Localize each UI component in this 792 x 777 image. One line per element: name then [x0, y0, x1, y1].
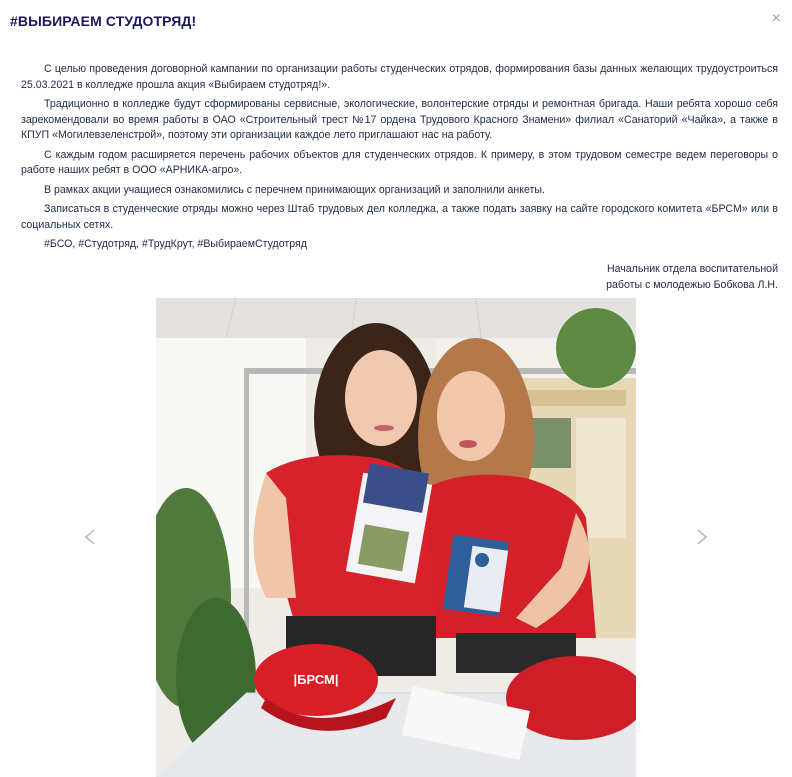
article-signature: Начальник отдела воспитательной работы с…: [518, 262, 778, 293]
article-paragraph-5: Записаться в студенческие отряды можно ч…: [21, 203, 778, 231]
article-paragraph-4: В рамках акции учащиеся ознакомились с п…: [44, 183, 545, 196]
gallery-prev-button[interactable]: [82, 527, 98, 547]
article-paragraph-3: С каждым годом расширяется перечень рабо…: [21, 148, 778, 177]
gallery-photo[interactable]: |БРСМ|: [156, 298, 636, 777]
students-photo-illustration: |БРСМ|: [156, 298, 636, 777]
chevron-left-icon: [84, 529, 95, 545]
article-paragraph-1: С целью проведения договорной кампании п…: [21, 63, 778, 91]
article-body: С целью проведения договорной кампании п…: [21, 62, 778, 257]
gallery-next-button[interactable]: [694, 527, 710, 547]
article-paragraph-2: Традиционно в колледже будут сформирован…: [21, 98, 778, 141]
chevron-right-icon: [697, 529, 708, 545]
article-hashtags: #БСО, #Студотряд, #ТрудКрут, #ВыбираемСт…: [44, 238, 307, 250]
cap-logo-text: |БРСМ|: [293, 672, 338, 687]
signature-line-1: Начальник отдела воспитательной: [606, 263, 778, 275]
signature-line-2: работы с молодежью Бобкова Л.Н.: [606, 278, 778, 291]
close-icon[interactable]: ×: [772, 11, 781, 27]
modal-title: #ВЫБИРАЕМ СТУДОТРЯД!: [10, 13, 197, 29]
